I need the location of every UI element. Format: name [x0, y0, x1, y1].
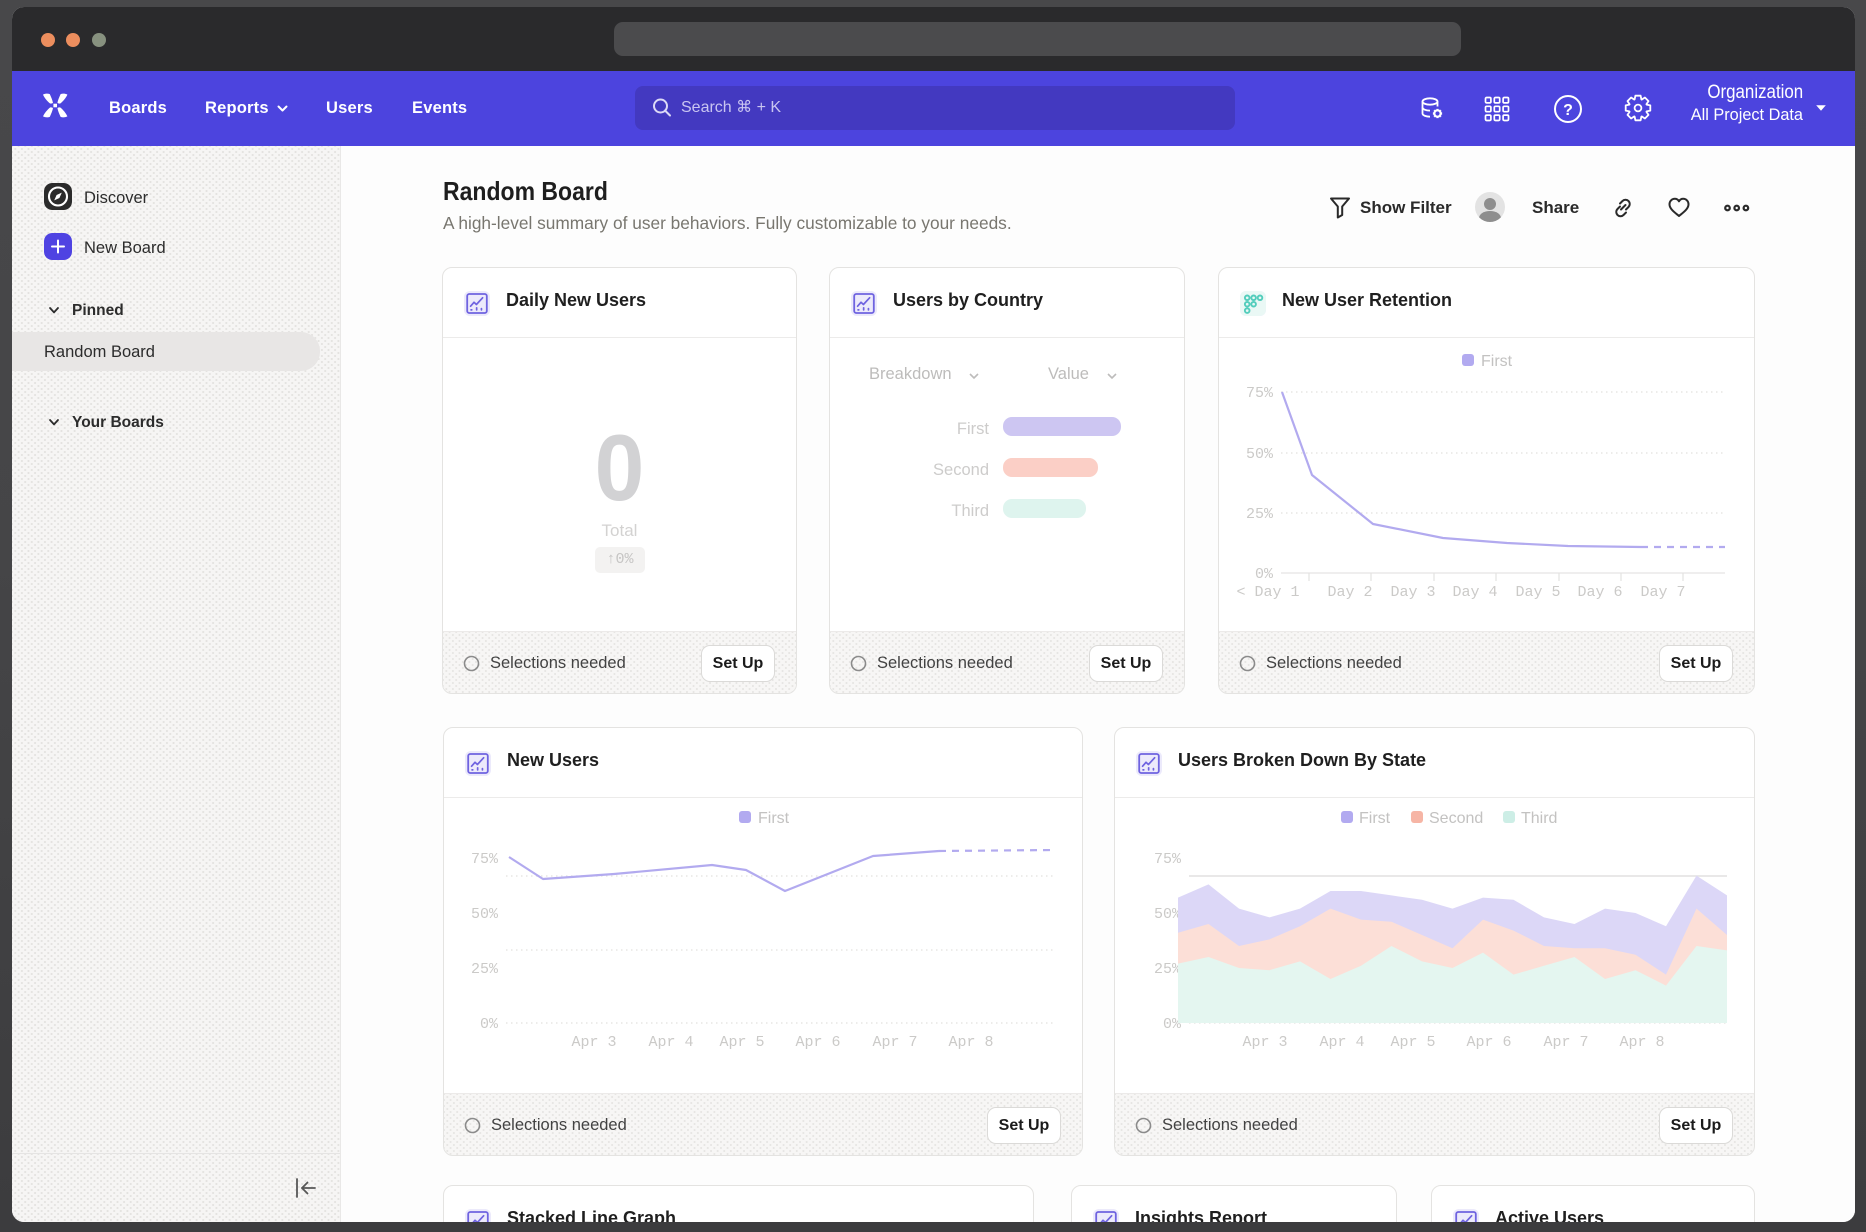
svg-text:Apr 6: Apr 6 [795, 1034, 840, 1051]
svg-text:50%: 50% [471, 906, 499, 923]
svg-text:Day 2: Day 2 [1327, 584, 1372, 601]
svg-text:Apr 8: Apr 8 [948, 1034, 993, 1051]
svg-text:Apr 7: Apr 7 [872, 1034, 917, 1051]
svg-text:Apr 4: Apr 4 [1319, 1034, 1364, 1051]
svg-text:Apr 4: Apr 4 [648, 1034, 693, 1051]
svg-text:Apr 8: Apr 8 [1619, 1034, 1664, 1051]
svg-text:Apr 3: Apr 3 [1242, 1034, 1287, 1051]
svg-text:50%: 50% [1154, 906, 1182, 923]
svg-text:Second: Second [1429, 810, 1483, 827]
svg-text:Apr 5: Apr 5 [1390, 1034, 1435, 1051]
svg-text:75%: 75% [1246, 385, 1274, 402]
svg-text:Day 4: Day 4 [1452, 584, 1497, 601]
svg-text:First: First [758, 810, 790, 827]
svg-text:Day 3: Day 3 [1390, 584, 1435, 601]
svg-text:25%: 25% [1154, 961, 1182, 978]
svg-text:Apr 3: Apr 3 [571, 1034, 616, 1051]
svg-text:25%: 25% [471, 961, 499, 978]
svg-text:Day 6: Day 6 [1577, 584, 1622, 601]
svg-text:0%: 0% [480, 1016, 499, 1033]
svg-text:Day 7: Day 7 [1640, 584, 1685, 601]
svg-text:0%: 0% [1255, 566, 1274, 583]
svg-text:25%: 25% [1246, 506, 1274, 523]
svg-text:First: First [1359, 810, 1391, 827]
svg-text:Apr 7: Apr 7 [1543, 1034, 1588, 1051]
svg-text:Day 5: Day 5 [1515, 584, 1560, 601]
svg-text:First: First [1481, 353, 1513, 370]
svg-text:?: ? [1563, 102, 1573, 119]
svg-text:< Day 1: < Day 1 [1236, 584, 1299, 601]
svg-text:75%: 75% [471, 851, 499, 868]
svg-text:Third: Third [1521, 810, 1557, 827]
svg-text:75%: 75% [1154, 851, 1182, 868]
svg-text:Apr 5: Apr 5 [719, 1034, 764, 1051]
svg-text:50%: 50% [1246, 446, 1274, 463]
svg-text:Apr 6: Apr 6 [1466, 1034, 1511, 1051]
